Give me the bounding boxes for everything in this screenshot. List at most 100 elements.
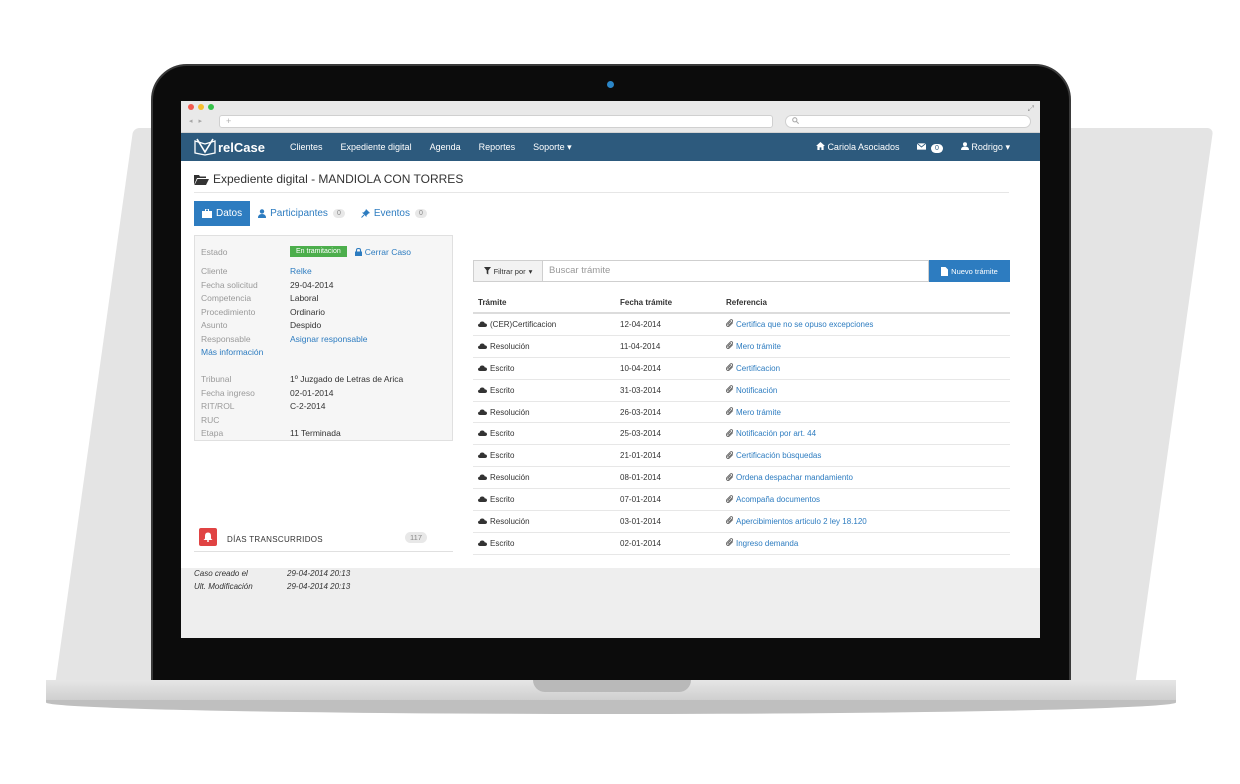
cloud-icon: [478, 539, 487, 548]
referencia-link[interactable]: Mero trámite: [736, 342, 781, 351]
tab-participantes-label: Participantes: [270, 208, 328, 219]
table-row[interactable]: Resolución 11-04-2014 Mero trámite: [473, 336, 1010, 358]
filter-dropdown[interactable]: Filtrar por ▾: [473, 260, 543, 282]
assign-responsible-link[interactable]: Asignar responsable: [290, 334, 368, 344]
participantes-count: 0: [332, 209, 345, 218]
referencia-link[interactable]: Certifica que no se opuso excepciones: [736, 320, 873, 329]
nav-soporte-label: Soporte: [533, 141, 565, 152]
file-icon: [941, 266, 949, 276]
tramite-cell: Resolución: [473, 473, 617, 482]
detail-row-procedimiento: Procedimiento Ordinario: [201, 307, 325, 317]
table-row[interactable]: Resolución 26-03-2014 Mero trámite: [473, 402, 1010, 424]
tab-datos-label: Datos: [216, 208, 243, 219]
firm-link[interactable]: Cariola Asociados: [815, 142, 899, 152]
nav-agenda[interactable]: Agenda: [430, 142, 461, 152]
tramite-cell: (CER)Certificacion: [473, 320, 617, 329]
table-row[interactable]: Escrito 21-01-2014 Certificación búsquedas: [473, 445, 1010, 468]
table-row[interactable]: (CER)Certificacion 12-04-2014 Certifica qu…: [473, 314, 1010, 336]
table-row[interactable]: Resolución 08-01-2014 Ordena despachar man…: [473, 467, 1010, 490]
referencia-cell[interactable]: Mero trámite: [725, 407, 1010, 417]
envelope-icon: [917, 142, 927, 150]
referencia-link[interactable]: Certificacion: [736, 364, 780, 373]
search-input[interactable]: Buscar trámite: [543, 260, 929, 282]
referencia-cell[interactable]: Certificacion: [725, 363, 1010, 373]
referencia-cell[interactable]: Ordena despachar mandamiento: [725, 472, 1010, 483]
fecha-cell: 21-01-2014: [620, 451, 661, 461]
tab-datos[interactable]: Datos: [194, 201, 251, 226]
referencia-link[interactable]: Ordena despachar mandamiento: [736, 473, 853, 482]
tramite-cell: Resolución: [473, 517, 617, 526]
column-header-referencia[interactable]: Referencia: [726, 298, 1010, 307]
close-window-button[interactable]: [188, 104, 194, 110]
referencia-cell[interactable]: Notificación por art. 44: [725, 428, 1010, 439]
zoom-window-button[interactable]: [208, 104, 214, 110]
back-forward-buttons[interactable]: ◂ ▸: [189, 117, 204, 125]
referencia-link[interactable]: Certificación búsquedas: [736, 451, 821, 460]
browser-chrome: ◂ ▸ + ⤢: [181, 101, 1040, 133]
referencia-cell[interactable]: Ingreso demanda: [725, 538, 1010, 548]
nav-expediente-digital[interactable]: Expediente digital: [341, 142, 412, 152]
fecha-cell: 26-03-2014: [620, 407, 661, 417]
fecha-cell: 07-01-2014: [620, 495, 661, 505]
tramite-type: Resolución: [490, 473, 530, 483]
fullscreen-icon[interactable]: ⤢: [1028, 104, 1034, 114]
tramite-cell: Escrito: [473, 386, 617, 395]
detail-value: 1º Juzgado de Letras de Arica: [290, 374, 404, 384]
detail-value: Laboral: [290, 293, 319, 303]
detail-row-tribunal: Tribunal 1º Juzgado de Letras de Arica: [201, 374, 403, 384]
referencia-cell[interactable]: Notificación: [725, 385, 1010, 395]
more-info-link[interactable]: Más información: [201, 347, 263, 357]
table-row[interactable]: Escrito 25-03-2014 Notificación por art. 4…: [473, 423, 1010, 446]
table-row[interactable]: Escrito 10-04-2014 Certificacion: [473, 358, 1010, 380]
tramite-type: Resolución: [490, 407, 530, 417]
table-row[interactable]: Escrito 02-01-2014 Ingreso demanda: [473, 533, 1010, 555]
cloud-icon: [478, 473, 487, 482]
referencia-link[interactable]: Mero trámite: [736, 408, 781, 417]
referencia-link[interactable]: Acompaña documentos: [736, 495, 820, 504]
table-row[interactable]: Escrito 31-03-2014 Notificación: [473, 380, 1010, 402]
referencia-link[interactable]: Apercibimientos articulo 2 ley 18.120: [736, 517, 867, 526]
table-row[interactable]: Escrito 07-01-2014 Acompaña documentos: [473, 489, 1010, 512]
browser-search-bar[interactable]: [785, 115, 1031, 128]
referencia-cell[interactable]: Certificación búsquedas: [725, 450, 1010, 461]
logo-book-icon: [194, 138, 216, 156]
fecha-cell: 25-03-2014: [620, 429, 661, 439]
caret-down-icon: ▾: [528, 266, 533, 276]
new-procedure-button[interactable]: Nuevo trámite: [929, 260, 1010, 282]
logo[interactable]: relCase: [194, 138, 278, 156]
window-controls: [188, 104, 214, 110]
paperclip-icon: [725, 407, 734, 417]
referencia-cell[interactable]: Mero trámite: [725, 341, 1010, 351]
messages-button[interactable]: 0: [917, 142, 943, 153]
paperclip-icon: [725, 363, 734, 373]
nav-reportes[interactable]: Reportes: [479, 142, 516, 152]
referencia-link[interactable]: Notificación por art. 44: [736, 429, 816, 438]
address-bar[interactable]: +: [219, 115, 773, 128]
table-row[interactable]: Resolución 03-01-2014 Apercibimientos arti…: [473, 511, 1010, 533]
client-link[interactable]: Relke: [290, 266, 312, 276]
page-title-text: Expediente digital - MANDIOLA CON TORRES: [213, 172, 464, 186]
referencia-link[interactable]: Ingreso demanda: [736, 539, 798, 548]
folder-open-icon: [194, 174, 209, 185]
referencia-cell[interactable]: Acompaña documentos: [725, 494, 1010, 505]
column-header-fecha[interactable]: Fecha trámite: [617, 298, 726, 307]
user-menu[interactable]: Rodrigo ▾: [960, 142, 1010, 153]
nav-clientes[interactable]: Clientes: [290, 142, 323, 152]
tramite-cell: Escrito: [473, 539, 617, 548]
column-header-tramite[interactable]: Trámite: [473, 298, 617, 307]
referencia-cell[interactable]: Apercibimientos articulo 2 ley 18.120: [725, 516, 1010, 526]
detail-key: Responsable: [201, 333, 251, 344]
tab-eventos[interactable]: Eventos 0: [353, 201, 435, 226]
nav-soporte[interactable]: Soporte ▾: [533, 142, 572, 153]
tramite-type: Escrito: [490, 429, 515, 439]
tab-participantes[interactable]: Participantes 0: [250, 201, 353, 226]
close-case-link[interactable]: Cerrar Caso: [354, 247, 411, 257]
tramite-cell: Escrito: [473, 495, 617, 504]
referencia-link[interactable]: Notificación: [736, 386, 777, 395]
tramite-cell: Resolución: [473, 342, 617, 351]
pin-icon: [360, 209, 370, 218]
minimize-window-button[interactable]: [198, 104, 204, 110]
paperclip-icon: [725, 538, 734, 548]
detail-key: Etapa: [201, 428, 224, 438]
referencia-cell[interactable]: Certifica que no se opuso excepciones: [725, 319, 1010, 329]
